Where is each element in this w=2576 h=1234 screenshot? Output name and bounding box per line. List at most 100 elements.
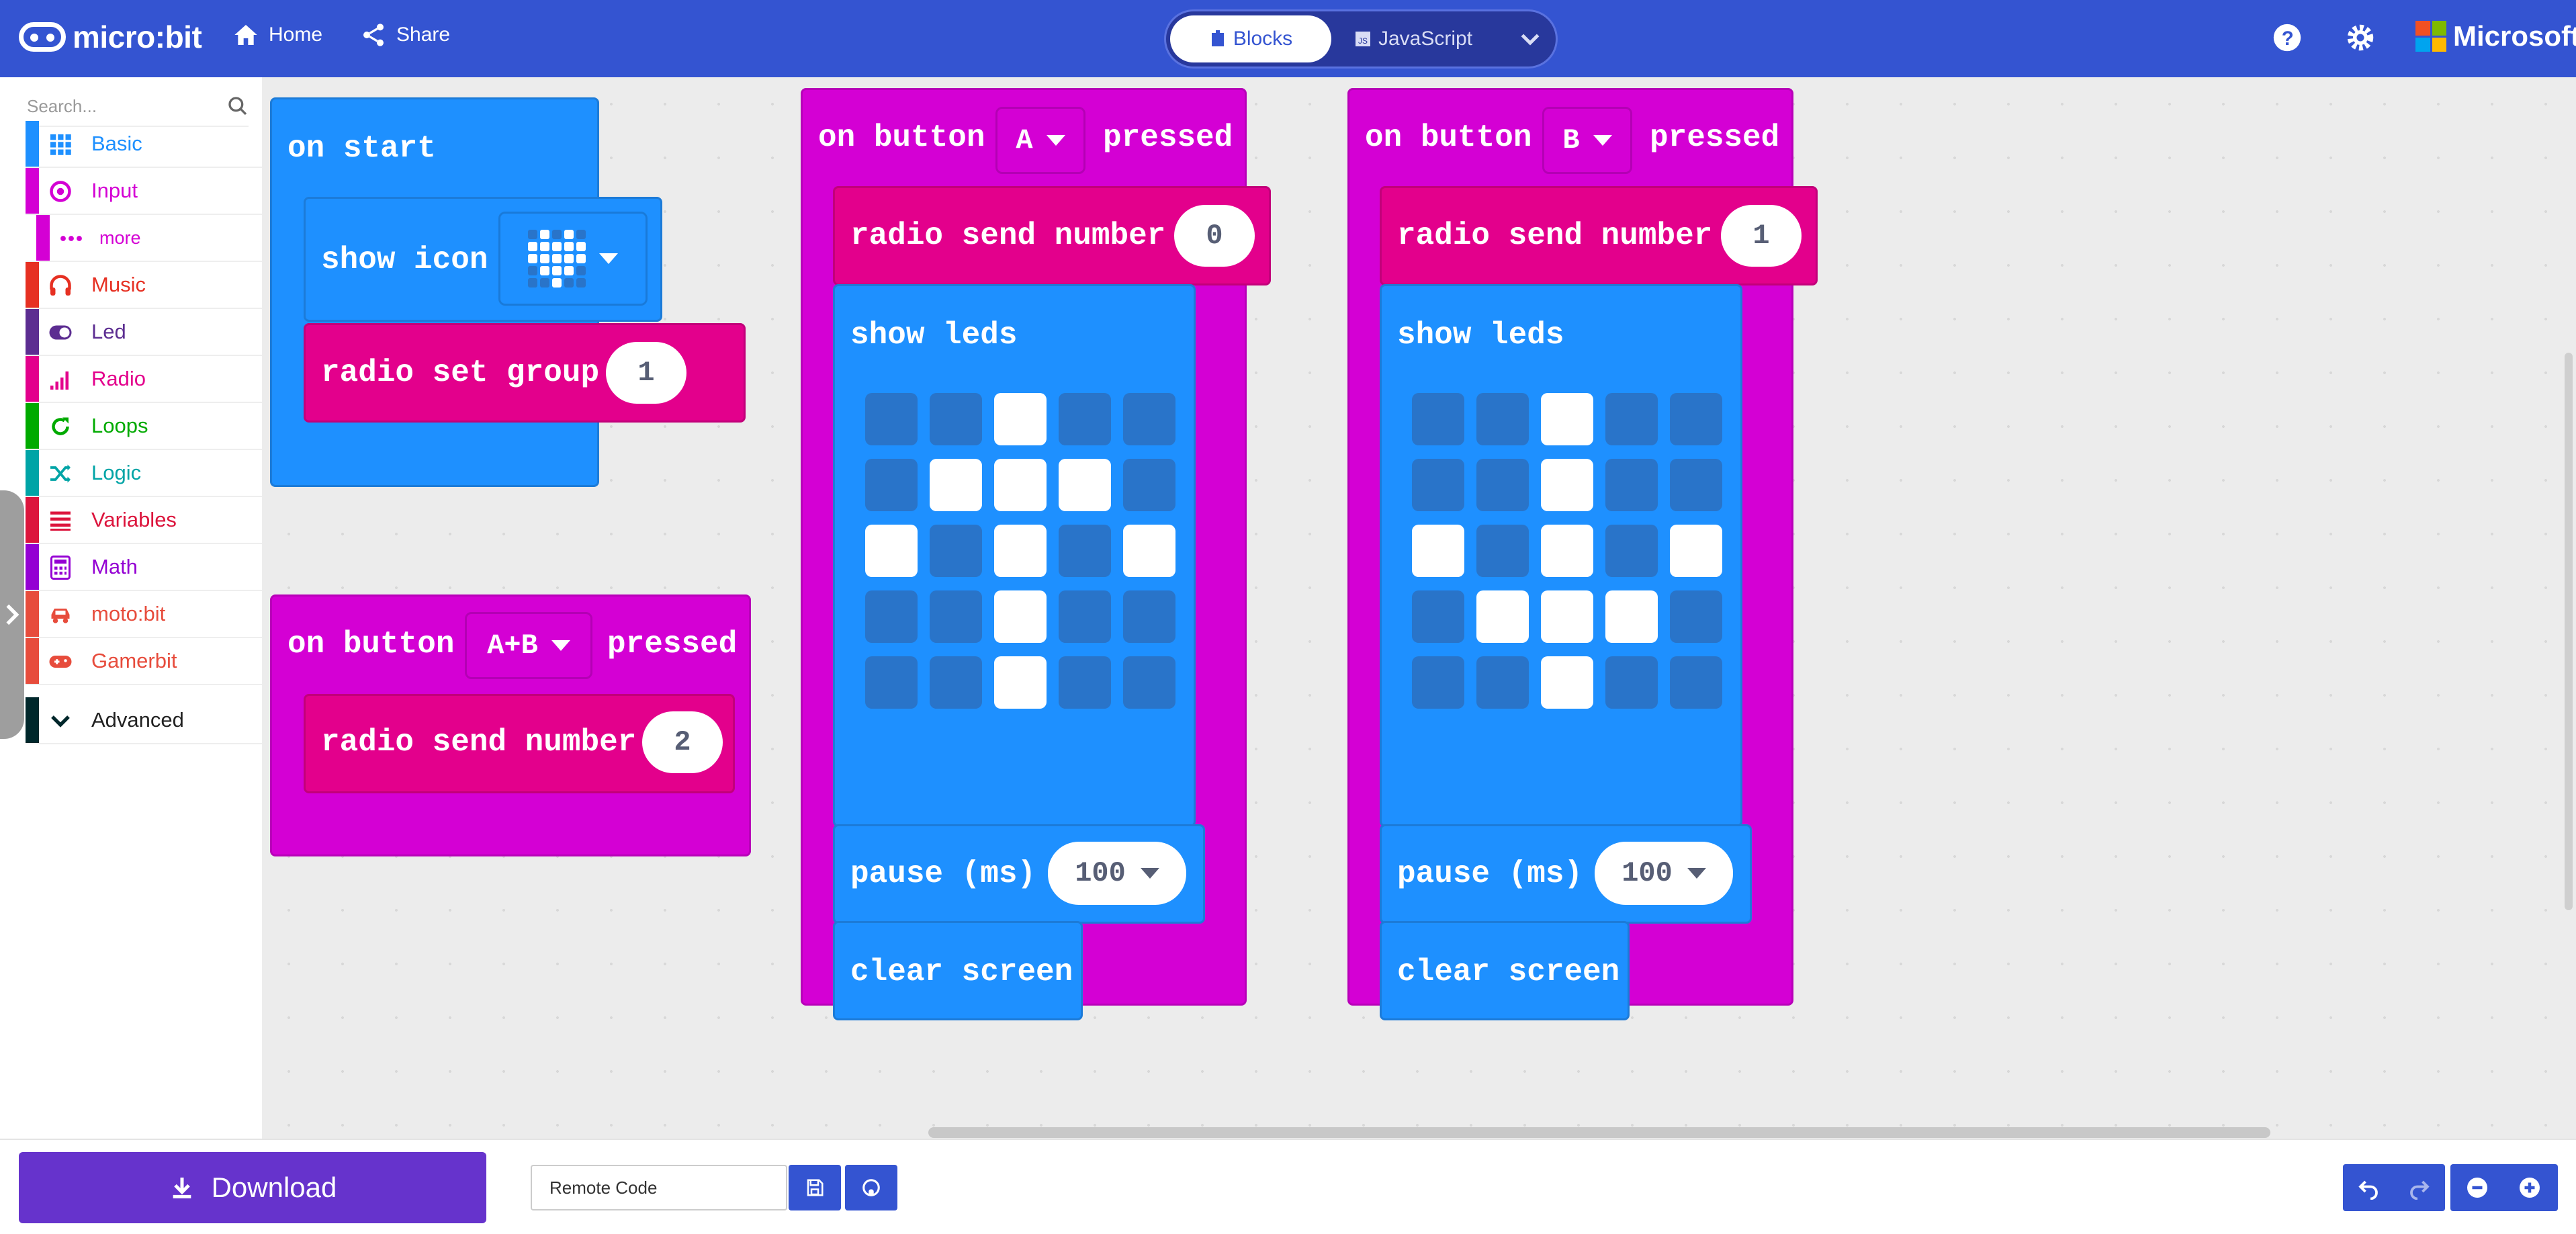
icon-dropdown[interactable] [498,212,648,306]
vertical-scrollbar[interactable] [2565,353,2573,910]
led-2-0[interactable] [1412,525,1464,577]
toolbox-category-logic[interactable]: Logic [26,450,262,497]
led-1-4[interactable] [1670,459,1722,511]
led-0-1[interactable] [1476,393,1529,445]
github-button[interactable] [845,1165,897,1210]
pause-a-value[interactable]: 100 [1048,842,1186,905]
led-4-1 [540,278,549,288]
clear-screen-b-label: clear screen [1397,955,1620,989]
led-0-3[interactable] [1059,393,1111,445]
zoom-in-icon[interactable] [2518,1176,2542,1200]
led-0-2[interactable] [1541,393,1593,445]
led-1-1[interactable] [930,459,982,511]
download-button[interactable]: Download [19,1152,486,1223]
toolbox-category-music[interactable]: Music [26,262,262,309]
led-2-4[interactable] [1670,525,1722,577]
project-name-input[interactable] [531,1165,787,1210]
led-3-3[interactable] [1059,590,1111,643]
share-button[interactable]: Share [360,21,450,48]
redo-icon[interactable] [2407,1176,2432,1200]
led-3-4[interactable] [1670,590,1722,643]
blocks-workspace[interactable]: on start show icon radio set group 1 on … [262,77,2576,1139]
led-1-0[interactable] [1412,459,1464,511]
button-a-dropdown[interactable]: A [995,107,1085,174]
led-matrix-b[interactable] [1412,393,1722,709]
led-2-3[interactable] [1605,525,1658,577]
javascript-tab[interactable]: JS JavaScript [1354,15,1489,62]
led-3-2[interactable] [994,590,1047,643]
led-1-1[interactable] [1476,459,1529,511]
blocks-tab[interactable]: Blocks [1170,15,1331,62]
toolbox-category-radio[interactable]: Radio [26,356,262,403]
gamepad-icon [48,650,73,674]
led-matrix-a[interactable] [865,393,1175,709]
button-ab-dropdown[interactable]: A+B [465,612,592,679]
led-4-2[interactable] [994,656,1047,709]
led-1-2[interactable] [994,459,1047,511]
button-b-dropdown[interactable]: B [1542,107,1632,174]
led-3-4[interactable] [1123,590,1175,643]
led-0-0[interactable] [865,393,918,445]
toolbox-category-advanced[interactable]: Advanced [26,697,262,744]
led-4-1[interactable] [1476,656,1529,709]
toolbox-category-moto-bit[interactable]: moto:bit [26,591,262,638]
microsoft-logo[interactable]: Microsoft [2415,20,2576,52]
led-1-3[interactable] [1059,459,1111,511]
led-4-4[interactable] [1123,656,1175,709]
led-2-2[interactable] [1541,525,1593,577]
flyout-toggle[interactable] [0,490,24,739]
led-4-3[interactable] [1059,656,1111,709]
led-3-0[interactable] [865,590,918,643]
toolbox-category-basic[interactable]: Basic [26,121,262,168]
led-3-1[interactable] [930,590,982,643]
horizontal-scrollbar[interactable] [928,1127,2270,1138]
led-0-4[interactable] [1670,393,1722,445]
led-0-0[interactable] [1412,393,1464,445]
led-4-4[interactable] [1670,656,1722,709]
save-button[interactable] [789,1165,841,1210]
led-0-3[interactable] [1605,393,1658,445]
led-1-3[interactable] [1605,459,1658,511]
led-0-4[interactable] [1123,393,1175,445]
microbit-logo[interactable]: micro:bit [19,19,202,55]
toolbox-category-loops[interactable]: Loops [26,403,262,450]
send-a-value[interactable]: 0 [1174,205,1255,267]
led-0-2[interactable] [994,393,1047,445]
led-2-4[interactable] [1123,525,1175,577]
led-2-1[interactable] [1476,525,1529,577]
led-3-0[interactable] [1412,590,1464,643]
led-4-1[interactable] [930,656,982,709]
led-2-1[interactable] [930,525,982,577]
toolbox-category-led[interactable]: Led [26,309,262,356]
led-1-0[interactable] [865,459,918,511]
radio-group-value[interactable]: 1 [606,342,686,404]
zoom-out-icon[interactable] [2465,1176,2489,1200]
led-0-1[interactable] [930,393,982,445]
toolbox-category-more[interactable]: more [26,215,262,262]
send-ab-value[interactable]: 2 [642,711,723,773]
led-1-4[interactable] [1123,459,1175,511]
toolbox-category-input[interactable]: Input [26,168,262,215]
led-3-1[interactable] [1476,590,1529,643]
home-button[interactable]: Home [232,21,322,48]
led-2-0[interactable] [865,525,918,577]
toolbox-category-variables[interactable]: Variables [26,497,262,544]
led-2-2[interactable] [994,525,1047,577]
toolbox-category-gamerbit[interactable]: Gamerbit [26,638,262,685]
led-2-3[interactable] [1059,525,1111,577]
led-1-2[interactable] [1541,459,1593,511]
led-3-3[interactable] [1605,590,1658,643]
led-4-2[interactable] [1541,656,1593,709]
help-icon[interactable]: ? [2272,23,2302,52]
led-4-3[interactable] [1605,656,1658,709]
toolbox-category-math[interactable]: Math [26,544,262,591]
category-label: Logic [91,461,142,484]
undo-icon[interactable] [2356,1176,2381,1200]
led-3-2[interactable] [1541,590,1593,643]
pause-b-value[interactable]: 100 [1595,842,1733,905]
send-b-value[interactable]: 1 [1721,205,1802,267]
led-4-0[interactable] [865,656,918,709]
led-4-0[interactable] [1412,656,1464,709]
chevron-down-icon[interactable] [1517,26,1544,53]
gear-icon[interactable] [2346,23,2375,52]
